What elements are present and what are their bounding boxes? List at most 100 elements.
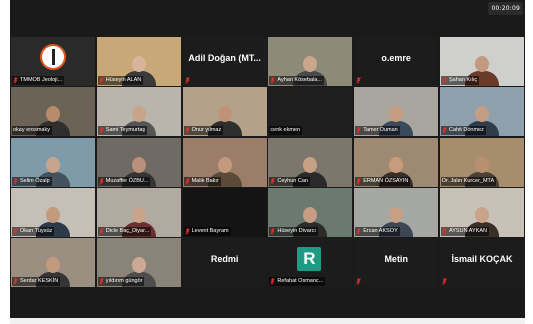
participant-name: Şahan Kılıç [449,77,478,83]
participant-tile[interactable]: o.emre [354,37,439,86]
participant-display-name: o.emre [381,53,411,63]
muted-mic-icon [442,278,447,285]
name-tag [184,76,194,85]
muted-mic-icon [99,127,104,134]
name-tag: yıldırım güngör [97,277,145,287]
muted-mic-icon [13,278,18,285]
participant-tile[interactable]: Şahan Kılıç [440,37,524,86]
participant-name: Serdar KESKİN [20,278,59,285]
participant-grid: TMMOB Jeoloji... Hüseyin ALAN Adil Doğan (… [11,37,524,288]
muted-mic-icon [13,228,18,235]
participant-tile[interactable]: yıldırım güngör [96,238,181,288]
participant-tile[interactable]: Metin [354,238,439,288]
participant-tile[interactable]: Adil Doğan (MT... [182,37,267,86]
participant-name: Okan Tüysüz [20,227,53,234]
participant-name: Onur yılmaz [191,127,222,134]
participant-name: Ercan AKSOY [363,227,398,234]
participant-tile[interactable]: Ceyhun Can [268,137,353,187]
participant-tile[interactable]: Selim Özalp [11,137,95,187]
participant-name: Refahat Osmanc... [277,278,324,285]
participant-tile[interactable]: Onur yılmaz [182,87,267,137]
participant-tile[interactable]: R Refahat Osmanc... [268,238,353,288]
participant-name: Cahit Dönmez [449,127,484,134]
muted-mic-icon [442,77,447,84]
muted-mic-icon [13,77,18,84]
muted-mic-icon [13,177,18,185]
name-tag: Muzaffer ÖZBU... [97,176,151,186]
muted-mic-icon [270,77,276,84]
name-tag: okay erosmaky [12,126,52,136]
participant-tile[interactable]: cenk ekmen [268,87,353,137]
participant-tile[interactable]: Levent Bayram [182,187,267,237]
participant-tile[interactable]: AYSUN AYKAN [440,187,524,237]
muted-mic-icon [356,77,361,84]
name-tag [441,277,451,286]
participant-name: Hüseyin ALAN [105,77,142,83]
participant-tile[interactable]: Ercan AKSOY [354,187,439,237]
muted-mic-icon [270,228,276,235]
participant-tile[interactable]: Ayhan Kösebala... [268,37,353,86]
name-tag [355,277,365,286]
name-tag: Dr. Jalın Kurcer_MTA [441,176,497,186]
name-tag: Refahat Osmanc... [269,277,326,287]
participant-tile[interactable]: Serdar KESKİN [11,238,95,288]
name-tag: Ayhan Kösebala... [269,76,324,85]
muted-mic-icon [184,77,190,84]
name-tag: ERMAN ÖZSAYIN [355,176,411,186]
participant-name: okay erosmaky [13,127,50,134]
name-tag: cenk ekmen [269,126,303,136]
name-tag: Ercan AKSOY [355,226,400,236]
participant-tile[interactable]: Dr. Jalın Kurcer_MTA [440,137,524,187]
bottom-strip [10,318,525,324]
participant-tile[interactable]: Muzaffer ÖZBU... [96,137,181,187]
participant-display-name: Redmi [210,254,239,265]
participant-display-name: Metin [384,254,408,265]
participant-tile[interactable]: İsmail KOÇAK [440,238,524,288]
participant-name: Tamer Duman [363,127,398,134]
name-tag: Serdar KESKİN [12,277,61,287]
meeting-timer: 00:20:09 [488,2,523,15]
participant-tile[interactable]: ERMAN ÖZSAYIN [354,137,439,187]
participant-name: cenk ekmen [270,127,301,134]
participant-tile[interactable]: Redmi [182,238,267,288]
muted-mic-icon [270,177,276,185]
name-tag: Okan Tüysüz [12,226,55,236]
participant-name: Ceyhun Can [277,177,308,184]
muted-mic-icon [442,127,447,134]
muted-mic-icon [99,278,104,285]
participant-tile[interactable]: Sami Teymurtaş [96,87,181,137]
participant-name: AYSUN AYKAN [449,227,488,234]
participant-tile[interactable]: Dicle Baç_Diyar... [96,187,181,237]
participant-tile[interactable]: Hüseyin ALAN [96,37,181,86]
participant-tile[interactable]: Malik Bakır [182,137,267,187]
name-tag: Şahan Kılıç [441,76,480,85]
muted-mic-icon [442,228,447,235]
participant-tile[interactable]: Hüseyin Divarcı [268,187,353,237]
organization-logo-icon [40,44,66,70]
participant-tile[interactable]: Cahit Dönmez [440,87,524,137]
participant-name: TMMOB Jeoloji... [20,77,63,83]
muted-mic-icon [99,228,104,235]
participant-tile[interactable]: TMMOB Jeoloji... [11,37,95,86]
avatar: R [297,247,322,272]
muted-mic-icon [184,177,190,185]
muted-mic-icon [184,127,190,134]
participant-tile[interactable]: okay erosmaky [11,87,95,137]
participant-name: ERMAN ÖZSAYIN [363,177,409,184]
participant-name: Hüseyin Divarcı [277,227,316,234]
participant-name: Dr. Jalın Kurcer_MTA [442,177,495,184]
name-tag [184,277,187,286]
muted-mic-icon [356,127,361,134]
muted-mic-icon [99,77,104,84]
participant-display-name: Adil Doğan (MT... [188,53,261,63]
name-tag: TMMOB Jeoloji... [12,76,65,85]
name-tag [355,76,365,85]
participant-tile[interactable]: Okan Tüysüz [11,187,95,237]
name-tag: Levent Bayram [183,226,231,236]
participant-name: yıldırım güngör [105,278,143,285]
participant-display-name: İsmail KOÇAK [451,254,513,265]
participant-name: Ayhan Kösebala... [277,77,322,83]
muted-mic-icon [356,228,361,235]
participant-name: Levent Bayram [191,227,229,234]
participant-tile[interactable]: Tamer Duman [354,87,439,137]
